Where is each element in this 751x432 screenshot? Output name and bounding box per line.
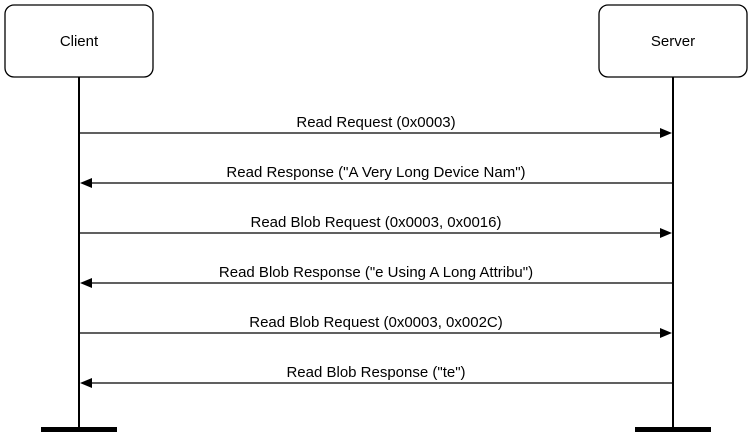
message-label: Read Response ("A Very Long Device Nam") [226,164,525,181]
message-5: Read Blob Request (0x0003, 0x002C) [79,314,672,338]
message-label: Read Blob Request (0x0003, 0x002C) [249,314,503,331]
message-4: Read Blob Response ("e Using A Long Attr… [80,264,673,288]
message-label: Read Request (0x0003) [296,114,455,131]
client-actor: Client [4,4,154,78]
message-1: Read Request (0x0003) [79,114,672,138]
server-label: Server [651,33,695,50]
message-label: Read Blob Response ("te") [286,364,465,381]
arrowhead-right [660,228,672,238]
message-2: Read Response ("A Very Long Device Nam") [80,164,673,188]
sequence-diagram: Client Server Read Request (0x0003) Read… [4,4,748,432]
arrowhead-left [80,278,92,288]
arrowhead-left [80,378,92,388]
arrowhead-right [660,128,672,138]
arrowhead-left [80,178,92,188]
message-3: Read Blob Request (0x0003, 0x0016) [79,214,672,238]
message-label: Read Blob Response ("e Using A Long Attr… [219,264,533,281]
arrowhead-right [660,328,672,338]
message-6: Read Blob Response ("te") [80,364,673,388]
server-actor: Server [598,4,748,78]
message-list: Read Request (0x0003) Read Response ("A … [79,114,673,388]
client-label: Client [60,33,99,50]
message-label: Read Blob Request (0x0003, 0x0016) [250,214,501,231]
